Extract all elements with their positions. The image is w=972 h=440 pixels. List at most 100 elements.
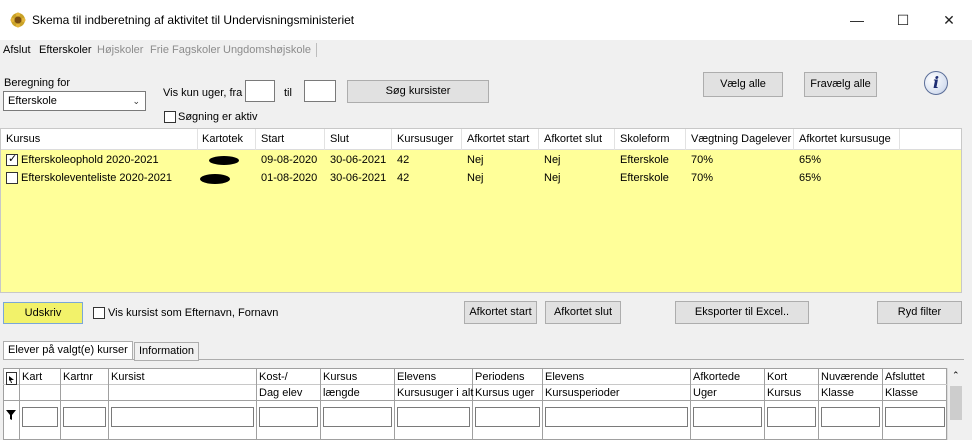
filter-kursus-input[interactable] [323, 407, 392, 427]
info-icon[interactable]: i [924, 71, 948, 95]
column-divider [320, 368, 321, 440]
close-button[interactable]: ✕ [926, 0, 972, 40]
col-afkortede[interactable]: Afkortede [693, 371, 740, 383]
col-afkortet-start[interactable]: Afkortet start [467, 133, 529, 145]
search-students-button[interactable]: Søg kursister [347, 80, 489, 103]
column-divider [256, 368, 257, 440]
header-divider [685, 129, 686, 150]
beregning-select[interactable]: Efterskole ⌄ [3, 91, 146, 111]
cell-vaegtning: 70% [691, 172, 714, 184]
col-kursus[interactable]: Kursus [323, 371, 357, 383]
scroll-up-icon[interactable]: ⌃ [952, 370, 960, 381]
col-skoleform[interactable]: Skoleform [620, 133, 670, 145]
cell-afkortet-slut: Nej [544, 154, 561, 166]
maximize-button[interactable]: ☐ [880, 0, 926, 40]
vis-uger-label: Vis kun uger, fra [163, 87, 243, 99]
vertical-scrollbar[interactable]: ⌃ [947, 368, 964, 440]
menu-efterskoler[interactable]: Efterskoler [39, 44, 92, 56]
cell-kursus[interactable]: Efterskoleventeliste 2020-2021 [21, 172, 172, 184]
filter-afkortede-input[interactable] [693, 407, 762, 427]
tab-information[interactable]: Information [134, 342, 200, 361]
app-flower-icon [10, 12, 26, 28]
col-kort[interactable]: Kort [767, 371, 787, 383]
col-start[interactable]: Start [261, 133, 284, 145]
menu-hojskoler[interactable]: Højskoler [97, 44, 143, 56]
tab-elever[interactable]: Elever på valgt(e) kurser [3, 341, 133, 360]
column-divider [542, 368, 543, 440]
afkortet-slut-button[interactable]: Afkortet slut [545, 301, 621, 324]
cell-afkortet-kursusuge: 65% [799, 154, 822, 166]
col-kursusuger[interactable]: Kursusuger [397, 133, 453, 145]
til-label: til [284, 87, 292, 99]
col-nuvaerende-sub: Klasse [821, 387, 855, 399]
filter-nuvaerende-input[interactable] [821, 407, 880, 427]
column-divider [60, 368, 61, 440]
col-periodens[interactable]: Periodens [475, 371, 525, 383]
header-divider [461, 129, 462, 150]
afkortet-start-button[interactable]: Afkortet start [464, 301, 537, 324]
col-afkortet-kursusuge[interactable]: Afkortet kursusuge [799, 133, 891, 145]
select-all-grid-icon[interactable] [6, 372, 17, 385]
filter-kost-input[interactable] [259, 407, 318, 427]
cell-skoleform: Efterskole [620, 154, 669, 166]
filter-kort-input[interactable] [767, 407, 816, 427]
fra-week-input[interactable] [245, 80, 275, 102]
search-active-label: Søgning er aktiv [178, 111, 258, 123]
filter-kursist-input[interactable] [111, 407, 254, 427]
col-afsluttet[interactable]: Afsluttet [885, 371, 925, 383]
col-kost-sub: Dag elev [259, 387, 303, 399]
cell-slut: 30-06-2021 [330, 172, 387, 184]
col-kursus-sub: længde [323, 387, 360, 399]
redacted-kartotek [200, 174, 230, 184]
clear-filter-button[interactable]: Ryd filter [877, 301, 962, 324]
deselect-all-button[interactable]: Fravælg alle [804, 72, 877, 97]
filter-kartnr-input[interactable] [63, 407, 106, 427]
menu-separator [316, 43, 317, 57]
cell-kursusuger: 42 [397, 172, 410, 184]
filter-afsluttet-input[interactable] [885, 407, 945, 427]
col-elevens-perioder[interactable]: Elevens [545, 371, 584, 383]
row-checkbox[interactable]: ✓ [6, 153, 18, 166]
col-afsluttet-sub: Klasse [885, 387, 919, 399]
col-vaegtning[interactable]: Vægtning Dagelever [691, 133, 791, 145]
col-elevens-uger[interactable]: Elevens [397, 371, 436, 383]
menu-ungdomshojskole[interactable]: Ungdomshøjskole [223, 44, 311, 56]
col-slut[interactable]: Slut [330, 133, 349, 145]
col-kartotek[interactable]: Kartotek [202, 133, 243, 145]
filter-kart-input[interactable] [22, 407, 58, 427]
header-divider [197, 129, 198, 150]
export-excel-button[interactable]: Eksporter til Excel.. [675, 301, 809, 324]
header-divider [538, 129, 539, 150]
beregning-value: Efterskole [8, 95, 57, 107]
cell-kursus[interactable]: Efterskoleophold 2020-2021 [21, 154, 159, 166]
col-kursus[interactable]: Kursus [6, 133, 40, 145]
col-kart[interactable]: Kart [22, 371, 42, 383]
beregning-label: Beregning for [4, 77, 71, 89]
cell-start: 01-08-2020 [261, 172, 318, 184]
col-elevens-perioder-sub: Kursusperioder [545, 387, 620, 399]
search-active-checkbox[interactable] [164, 111, 176, 123]
col-kursist[interactable]: Kursist [111, 371, 145, 383]
col-kort-sub: Kursus [767, 387, 802, 399]
filter-elevens-uger-input[interactable] [397, 407, 470, 427]
minimize-button[interactable]: — [834, 0, 880, 40]
row-checkbox[interactable] [6, 172, 18, 184]
print-button[interactable]: Udskriv [3, 302, 83, 324]
column-divider [19, 368, 20, 440]
til-week-input[interactable] [304, 80, 336, 102]
menu-afslut[interactable]: Afslut [3, 44, 31, 56]
header-divider [793, 129, 794, 150]
name-order-checkbox[interactable] [93, 307, 105, 319]
select-all-button[interactable]: Vælg alle [703, 72, 783, 97]
scroll-thumb[interactable] [950, 386, 962, 420]
column-divider [472, 368, 473, 440]
col-kartnr[interactable]: Kartnr [63, 371, 93, 383]
menu-frie-fagskoler[interactable]: Frie Fagskoler [150, 44, 220, 56]
col-afkortet-slut[interactable]: Afkortet slut [544, 133, 602, 145]
filter-icon[interactable] [6, 410, 16, 420]
col-nuvaerende[interactable]: Nuværende [821, 371, 878, 383]
col-kost[interactable]: Kost-/ [259, 371, 288, 383]
col-periodens-sub: Kursus uger [475, 387, 535, 399]
filter-periodens-input[interactable] [475, 407, 540, 427]
filter-elevens-perioder-input[interactable] [545, 407, 688, 427]
